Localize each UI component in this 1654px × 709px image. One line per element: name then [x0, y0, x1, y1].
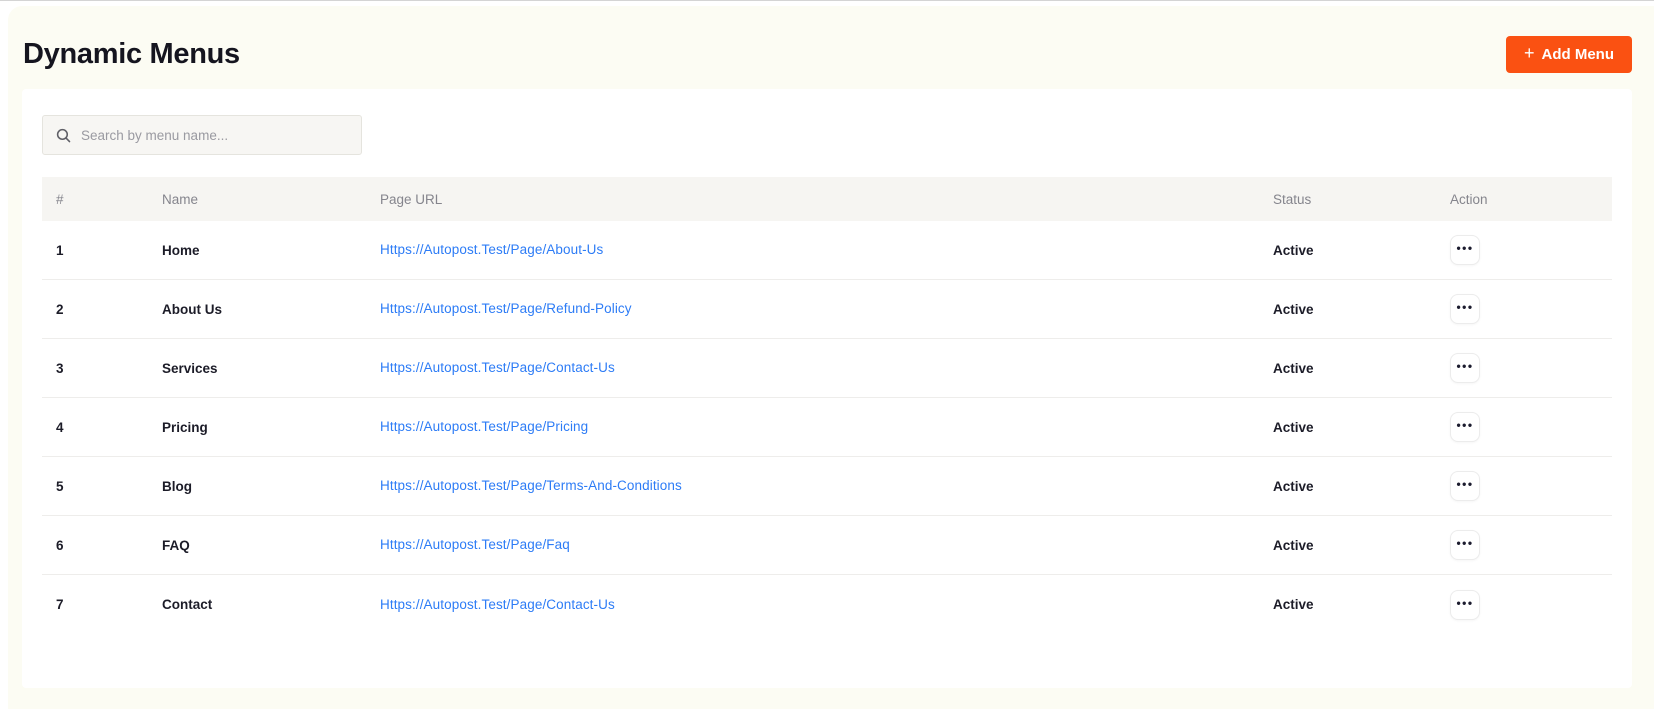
search-box[interactable] — [42, 115, 362, 155]
page-url-link[interactable]: Https://Autopost.Test/Page/Pricing — [380, 419, 588, 434]
row-actions-button[interactable]: ••• — [1450, 589, 1480, 620]
search-icon — [56, 128, 71, 142]
ellipsis-icon: ••• — [1456, 241, 1474, 255]
menus-card: # Name Page URL Status Action 1 Home Htt… — [22, 89, 1632, 688]
ellipsis-icon: ••• — [1456, 536, 1474, 550]
row-number: 5 — [56, 478, 64, 494]
status-label: Active — [1273, 597, 1314, 612]
row-number: 6 — [56, 537, 64, 553]
menus-table: # Name Page URL Status Action 1 Home Htt… — [42, 177, 1612, 634]
table-row: 2 About Us Https://Autopost.Test/Page/Re… — [42, 280, 1612, 339]
row-actions-button[interactable]: ••• — [1450, 353, 1480, 383]
ellipsis-icon: ••• — [1456, 595, 1474, 610]
column-header-name: Name — [162, 191, 199, 207]
add-menu-button-label: Add Menu — [1541, 45, 1615, 63]
row-actions-button[interactable]: ••• — [1450, 530, 1480, 560]
page-url-link[interactable]: Https://Autopost.Test/Page/Contact-Us — [380, 360, 615, 375]
menu-name: Contact — [162, 597, 213, 612]
ellipsis-icon: ••• — [1456, 359, 1474, 373]
row-number: 2 — [56, 301, 64, 317]
menu-name: Pricing — [162, 419, 208, 435]
plus-icon: + — [1523, 43, 1535, 63]
menu-name: Blog — [162, 478, 192, 494]
search-input[interactable] — [81, 127, 349, 143]
column-header-action: Action — [1450, 191, 1488, 207]
row-actions-button[interactable]: ••• — [1450, 412, 1480, 442]
table-row: 6 FAQ Https://Autopost.Test/Page/Faq Act… — [42, 516, 1612, 575]
status-label: Active — [1273, 537, 1314, 553]
ellipsis-icon: ••• — [1456, 300, 1474, 314]
status-label: Active — [1273, 242, 1314, 258]
table-row: 4 Pricing Https://Autopost.Test/Page/Pri… — [42, 398, 1612, 457]
menu-name: Home — [162, 242, 200, 258]
page-url-link[interactable]: Https://Autopost.Test/Page/About-Us — [380, 242, 603, 257]
column-header-status: Status — [1273, 191, 1312, 207]
page-url-link[interactable]: Https://Autopost.Test/Page/Terms-And-Con… — [380, 478, 682, 493]
menu-name: FAQ — [162, 537, 190, 553]
row-number: 7 — [56, 597, 64, 612]
page-title: Dynamic Menus — [23, 37, 240, 70]
ellipsis-icon: ••• — [1456, 477, 1474, 491]
table-row: 7 Contact Https://Autopost.Test/Page/Con… — [42, 575, 1612, 634]
menu-name: Services — [162, 360, 218, 376]
add-menu-button[interactable]: + Add Menu — [1505, 35, 1632, 73]
table-row: 3 Services Https://Autopost.Test/Page/Co… — [42, 339, 1612, 398]
column-header-index: # — [56, 191, 64, 207]
page-header: Dynamic Menus + Add Menu — [23, 32, 1632, 76]
page-url-link[interactable]: Https://Autopost.Test/Page/Refund-Policy — [380, 301, 632, 316]
row-number: 4 — [56, 419, 64, 435]
row-actions-button[interactable]: ••• — [1450, 235, 1480, 265]
row-number: 3 — [56, 360, 64, 376]
table-header-row: # Name Page URL Status Action — [42, 177, 1612, 221]
menu-name: About Us — [162, 301, 222, 317]
status-label: Active — [1273, 419, 1314, 435]
page-url-link[interactable]: Https://Autopost.Test/Page/Faq — [380, 537, 570, 552]
row-actions-button[interactable]: ••• — [1450, 471, 1480, 501]
window-top-edge — [0, 0, 1654, 1]
column-header-url: Page URL — [380, 191, 443, 207]
content-area: Dynamic Menus + Add Menu # Name Page URL… — [8, 6, 1654, 709]
status-label: Active — [1273, 301, 1314, 317]
table-body: 1 Home Https://Autopost.Test/Page/About-… — [42, 221, 1612, 634]
status-label: Active — [1273, 478, 1314, 494]
row-number: 1 — [56, 242, 64, 258]
ellipsis-icon: ••• — [1456, 418, 1474, 432]
page-url-link[interactable]: Https://Autopost.Test/Page/Contact-Us — [380, 597, 615, 612]
table-row: 1 Home Https://Autopost.Test/Page/About-… — [42, 221, 1612, 280]
row-actions-button[interactable]: ••• — [1450, 294, 1480, 324]
table-row: 5 Blog Https://Autopost.Test/Page/Terms-… — [42, 457, 1612, 516]
status-label: Active — [1273, 360, 1314, 376]
